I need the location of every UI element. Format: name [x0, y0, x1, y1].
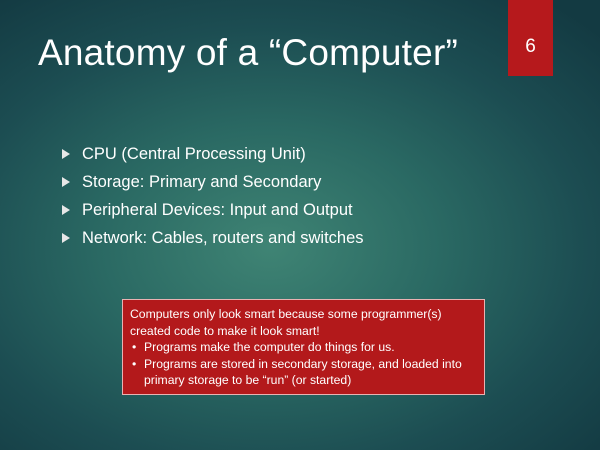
bullet-text: Peripheral Devices: Input and Output [82, 200, 353, 219]
bullet-item: Network: Cables, routers and switches [62, 224, 364, 252]
slide: Anatomy of a “Computer” 6 CPU (Central P… [0, 0, 600, 450]
callout-item-text: Programs are stored in secondary storage… [144, 356, 462, 388]
bullet-item: Storage: Primary and Secondary [62, 168, 364, 196]
callout-list: • Programs make the computer do things f… [130, 339, 477, 389]
slide-number: 6 [525, 36, 536, 57]
bullet-list: CPU (Central Processing Unit) Storage: P… [62, 140, 364, 252]
bullet-text: Network: Cables, routers and switches [82, 228, 364, 247]
bullet-item: Peripheral Devices: Input and Output [62, 196, 364, 224]
triangle-right-icon [62, 177, 70, 187]
callout-item: • Programs make the computer do things f… [130, 339, 477, 356]
callout-box: Computers only look smart because some p… [122, 299, 485, 395]
triangle-right-icon [62, 233, 70, 243]
bullet-item: CPU (Central Processing Unit) [62, 140, 364, 168]
slide-title: Anatomy of a “Computer” [38, 32, 458, 73]
bullet-dot-icon: • [132, 356, 137, 371]
triangle-right-icon [62, 149, 70, 159]
callout-text: Computers only look smart because some p… [130, 307, 442, 338]
bullet-text: Storage: Primary and Secondary [82, 172, 322, 191]
callout-item-text: Programs make the computer do things for… [144, 340, 395, 354]
bullet-text: CPU (Central Processing Unit) [82, 144, 306, 163]
bullet-dot-icon: • [132, 340, 137, 354]
slide-number-badge: 6 [508, 0, 553, 76]
triangle-right-icon [62, 205, 70, 215]
callout-item: • Programs are stored in secondary stora… [130, 356, 477, 389]
